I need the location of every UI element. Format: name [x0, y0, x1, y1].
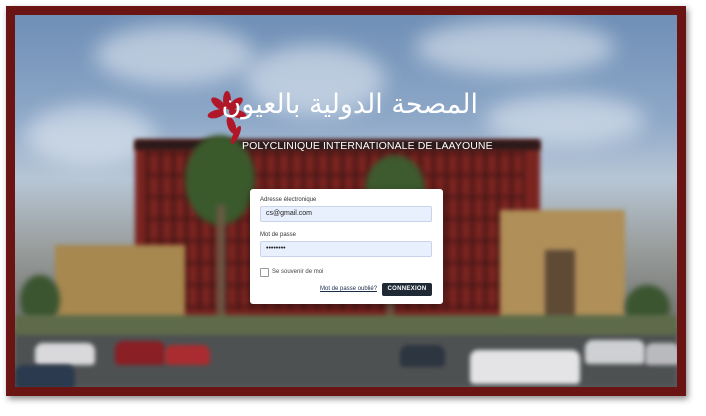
- car: [15, 365, 75, 387]
- car: [400, 345, 445, 367]
- email-field[interactable]: cs@gmail.com: [260, 206, 432, 222]
- car: [35, 343, 95, 365]
- car: [115, 341, 165, 365]
- cloud: [415, 20, 615, 75]
- password-field[interactable]: ••••••••: [260, 241, 432, 257]
- cloud: [485, 95, 645, 145]
- car: [585, 340, 645, 364]
- car: [645, 343, 677, 365]
- forgot-password-link[interactable]: Mot de passe oublié?: [320, 286, 377, 292]
- login-card: Adresse électronique cs@gmail.com Mot de…: [250, 189, 443, 304]
- clinic-logo: المصحة الدولية بالعيون POLYCLINIQUE INTE…: [206, 85, 493, 157]
- remember-me[interactable]: Se souvenir de moi: [260, 267, 323, 277]
- password-label: Mot de passe: [260, 232, 297, 238]
- car: [165, 345, 210, 365]
- remember-checkbox[interactable]: [260, 267, 269, 277]
- login-button[interactable]: CONNEXION: [382, 283, 432, 296]
- hedge: [15, 315, 677, 335]
- car: [470, 350, 580, 384]
- clinic-arabic-name: المصحة الدولية بالعيون: [221, 89, 478, 120]
- clinic-latin-name: POLYCLINIQUE INTERNATIONALE DE LAAYOUNE: [242, 140, 493, 152]
- cloud: [95, 25, 255, 85]
- remember-label: Se souvenir de moi: [272, 269, 324, 275]
- email-label: Adresse électronique: [260, 197, 317, 203]
